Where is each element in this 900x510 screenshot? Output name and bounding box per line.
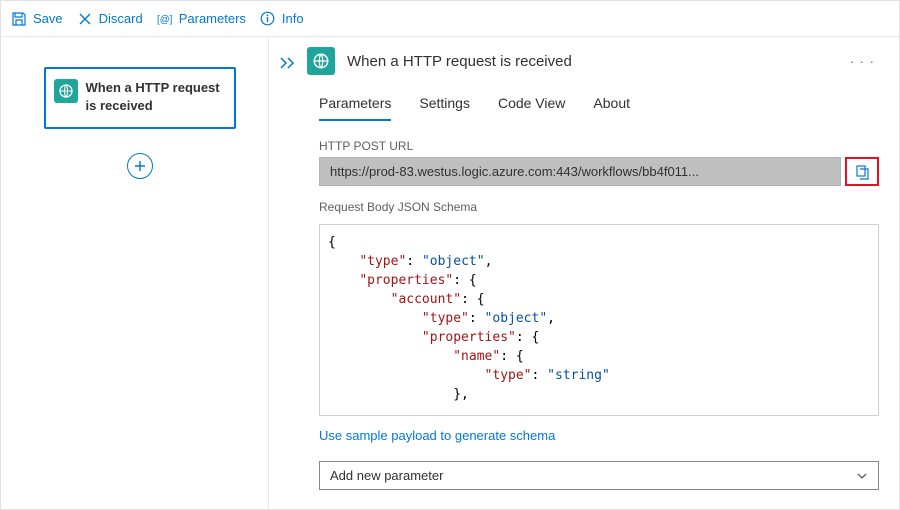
- close-icon: [77, 11, 93, 27]
- toolbar: Save Discard [@] Parameters Info: [1, 1, 899, 37]
- tab-parameters[interactable]: Parameters: [319, 95, 391, 121]
- tab-codeview[interactable]: Code View: [498, 95, 565, 121]
- save-icon: [11, 11, 27, 27]
- save-label: Save: [33, 11, 63, 26]
- http-post-url-field[interactable]: https://prod-83.westus.logic.azure.com:4…: [319, 157, 841, 186]
- schema-label: Request Body JSON Schema: [319, 200, 879, 214]
- parameters-button[interactable]: [@] Parameters: [157, 11, 246, 27]
- info-button[interactable]: Info: [260, 11, 304, 27]
- url-row: https://prod-83.westus.logic.azure.com:4…: [319, 157, 879, 186]
- copy-url-button[interactable]: [845, 157, 879, 186]
- parameters-label: Parameters: [179, 11, 246, 26]
- add-parameter-dropdown[interactable]: Add new parameter: [319, 461, 879, 490]
- chevron-down-icon: [856, 470, 868, 482]
- discard-label: Discard: [99, 11, 143, 26]
- add-parameter-label: Add new parameter: [330, 468, 443, 483]
- editor-panel: When a HTTP request is received · · · Pa…: [269, 37, 899, 509]
- json-schema-editor[interactable]: { "type": "object", "properties": { "acc…: [319, 224, 879, 416]
- trigger-card[interactable]: When a HTTP request is received: [44, 67, 236, 129]
- save-button[interactable]: Save: [11, 11, 63, 27]
- use-sample-payload-link[interactable]: Use sample payload to generate schema: [319, 428, 879, 443]
- parameters-icon: [@]: [157, 11, 173, 27]
- tab-about[interactable]: About: [593, 95, 630, 121]
- editor-tabs: Parameters Settings Code View About: [319, 95, 879, 121]
- editor-header: When a HTTP request is received · · ·: [279, 47, 879, 75]
- designer-canvas: When a HTTP request is received: [1, 37, 269, 509]
- tab-settings[interactable]: Settings: [419, 95, 470, 121]
- editor-content: HTTP POST URL https://prod-83.westus.log…: [319, 139, 879, 490]
- chevrons-right-icon: [279, 56, 297, 70]
- more-menu[interactable]: · · ·: [850, 54, 879, 69]
- discard-button[interactable]: Discard: [77, 11, 143, 27]
- svg-text:[@]: [@]: [157, 14, 173, 25]
- url-label: HTTP POST URL: [319, 139, 879, 153]
- http-trigger-icon: [307, 47, 335, 75]
- plus-icon: [133, 159, 147, 173]
- body: When a HTTP request is received When a H…: [1, 37, 899, 509]
- http-trigger-icon: [54, 79, 78, 103]
- add-step-button[interactable]: [127, 153, 153, 179]
- info-label: Info: [282, 11, 304, 26]
- copy-icon: [854, 164, 870, 180]
- app-root: Save Discard [@] Parameters Info: [0, 0, 900, 510]
- info-icon: [260, 11, 276, 27]
- editor-title: When a HTTP request is received: [347, 53, 850, 70]
- trigger-card-title: When a HTTP request is received: [86, 79, 224, 115]
- collapse-toggle[interactable]: [279, 52, 307, 70]
